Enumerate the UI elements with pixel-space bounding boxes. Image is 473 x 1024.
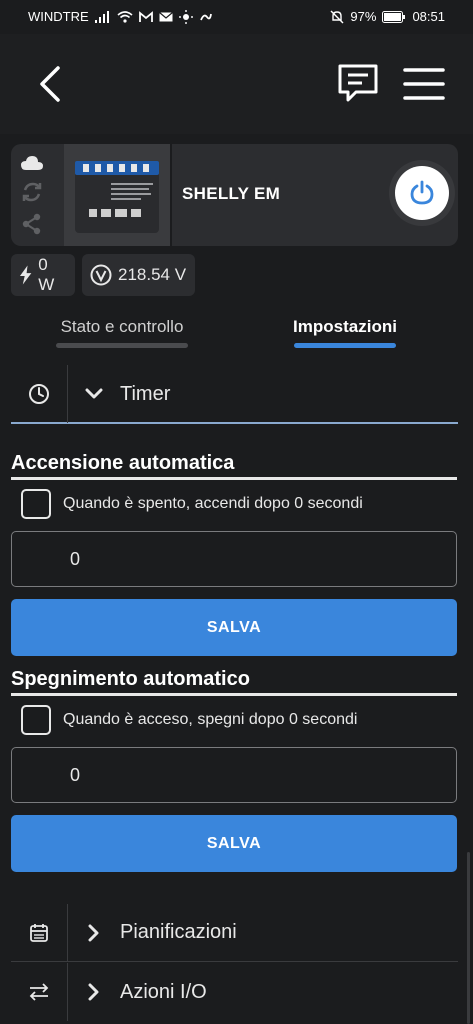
menu-button[interactable] <box>402 62 446 106</box>
chat-icon <box>338 64 378 102</box>
device-card[interactable]: SHELLY EM <box>11 144 458 246</box>
auto-off-heading: Spegnimento automatico <box>11 668 457 696</box>
device-image <box>64 144 170 246</box>
wifi-icon <box>117 10 133 23</box>
hamburger-icon <box>403 68 445 100</box>
auto-off-checkbox-row[interactable]: Quando è acceso, spegni dopo 0 secondi <box>21 705 357 735</box>
chevron-left-icon <box>40 66 60 102</box>
sun-icon <box>178 9 193 24</box>
pianificazioni-section-header[interactable]: Pianificazioni <box>11 903 458 962</box>
section-title: Pianificazioni <box>120 921 237 943</box>
tab-bar: Stato e controllo Impostazioni <box>0 312 473 356</box>
tab-label: Stato e controllo <box>60 317 184 336</box>
mail-icon <box>158 11 173 21</box>
share-icon[interactable] <box>22 213 42 235</box>
auto-on-checkbox[interactable] <box>21 489 51 519</box>
azioni-io-section-header[interactable]: Azioni I/O <box>11 963 458 1021</box>
azioni-icon-cell <box>11 963 68 1021</box>
shelly-em-device-icon <box>75 161 159 233</box>
calendar-icon <box>30 923 48 942</box>
section-title: Timer <box>120 382 171 405</box>
power-value: 0 W <box>38 255 55 294</box>
app-header <box>0 34 473 134</box>
auto-on-checkbox-row[interactable]: Quando è spento, accendi dopo 0 secondi <box>21 489 363 519</box>
auto-off-seconds-input[interactable] <box>11 747 457 803</box>
auto-off-save-button[interactable]: SALVA <box>11 815 457 872</box>
tab-stato-e-controllo[interactable]: Stato e controllo <box>40 312 204 356</box>
carrier-label: WINDTRE <box>28 9 89 24</box>
power-button-face <box>395 166 449 220</box>
divider <box>170 144 172 246</box>
auto-on-heading: Accensione automatica <box>11 452 457 480</box>
chevron-right-icon <box>88 924 99 941</box>
tab-indicator-active <box>294 343 396 348</box>
auto-on-save-button[interactable]: SALVA <box>11 599 457 656</box>
auto-off-checkbox[interactable] <box>21 705 51 735</box>
battery-percent: 97% <box>350 9 377 24</box>
voltage-metric: 218.54 V <box>82 254 195 296</box>
scrollbar[interactable] <box>467 852 470 1024</box>
tab-indicator <box>56 343 188 348</box>
expand-toggle[interactable] <box>68 924 120 942</box>
tab-impostazioni[interactable]: Impostazioni <box>270 312 420 356</box>
auto-on-seconds-input[interactable] <box>11 531 457 587</box>
back-button[interactable] <box>30 62 74 106</box>
clock-icon <box>29 384 49 404</box>
auto-on-checkbox-label: Quando è spento, accendi dopo 0 secondi <box>63 495 363 512</box>
voltmeter-icon <box>90 264 112 286</box>
swap-arrows-icon <box>29 983 49 1001</box>
app-notification-icon <box>199 13 212 20</box>
mute-bell-icon <box>330 10 344 23</box>
section-title: Azioni I/O <box>120 980 207 1003</box>
pianificazioni-icon-cell <box>11 903 68 962</box>
messages-button[interactable] <box>334 60 382 108</box>
cloud-icon <box>21 156 43 170</box>
timer-section-header[interactable]: Timer <box>11 365 458 424</box>
battery-icon <box>382 10 406 23</box>
sync-icon <box>22 182 42 202</box>
power-icon <box>410 180 434 205</box>
expand-toggle[interactable] <box>68 388 120 400</box>
chevron-down-icon <box>85 388 103 399</box>
clock: 08:51 <box>412 9 445 24</box>
gmail-icon <box>138 10 153 22</box>
timer-icon-cell <box>11 365 68 423</box>
chevron-right-icon <box>88 983 99 1001</box>
lightning-icon <box>19 265 32 285</box>
auto-off-checkbox-label: Quando è acceso, spegni dopo 0 secondi <box>63 711 358 728</box>
voltage-value: 218.54 V <box>118 265 187 284</box>
signal-icon <box>94 10 109 23</box>
power-metric: 0 W <box>11 254 75 296</box>
device-status-icons <box>11 144 53 246</box>
device-name: SHELLY EM <box>182 184 281 203</box>
tab-label: Impostazioni <box>293 317 397 336</box>
status-bar: WINDTRE 97% 08:51 <box>0 0 473 34</box>
power-toggle-button[interactable] <box>389 160 455 226</box>
expand-toggle[interactable] <box>68 983 120 1001</box>
